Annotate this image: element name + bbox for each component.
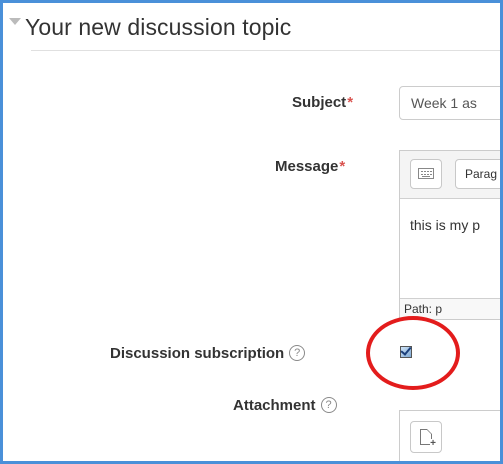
- required-mark: *: [339, 158, 346, 175]
- attachment-filepicker: [399, 410, 500, 461]
- collapse-triangle-icon[interactable]: [9, 17, 21, 25]
- screenshot-frame: Your new discussion topic Subject* Week …: [0, 0, 503, 464]
- fieldset-header[interactable]: Your new discussion topic: [9, 13, 291, 41]
- annotation-circle: [366, 316, 460, 390]
- attachment-label: Attachment?: [233, 397, 337, 414]
- message-label: Message*: [275, 158, 345, 175]
- add-file-button[interactable]: [410, 421, 442, 453]
- required-mark: *: [347, 94, 354, 111]
- editor-content-area[interactable]: this is my p: [400, 199, 500, 299]
- help-icon[interactable]: ?: [320, 397, 337, 414]
- subject-label-text: Subject: [292, 94, 347, 111]
- paragraph-format-select[interactable]: Parag: [455, 159, 500, 189]
- add-file-icon: [420, 429, 436, 449]
- fieldset-title: Your new discussion topic: [25, 14, 292, 40]
- subscription-label-text: Discussion subscription: [110, 345, 285, 362]
- attachment-label-text: Attachment: [233, 397, 316, 414]
- help-icon[interactable]: ?: [289, 345, 306, 362]
- message-label-text: Message: [275, 158, 339, 175]
- keyboard-icon: [418, 168, 434, 179]
- fieldset-divider: [31, 50, 500, 51]
- subscription-checkbox[interactable]: [400, 346, 412, 358]
- subscription-label: Discussion subscription?: [110, 345, 306, 362]
- editor-toolbar: Parag: [400, 151, 500, 199]
- subject-label: Subject*: [292, 94, 353, 111]
- toolbar-toggle-button[interactable]: [410, 159, 442, 189]
- editor-path-status: Path: p: [400, 298, 500, 319]
- message-editor: Parag this is my p Path: p: [399, 150, 500, 320]
- subject-input[interactable]: Week 1 as: [399, 86, 500, 120]
